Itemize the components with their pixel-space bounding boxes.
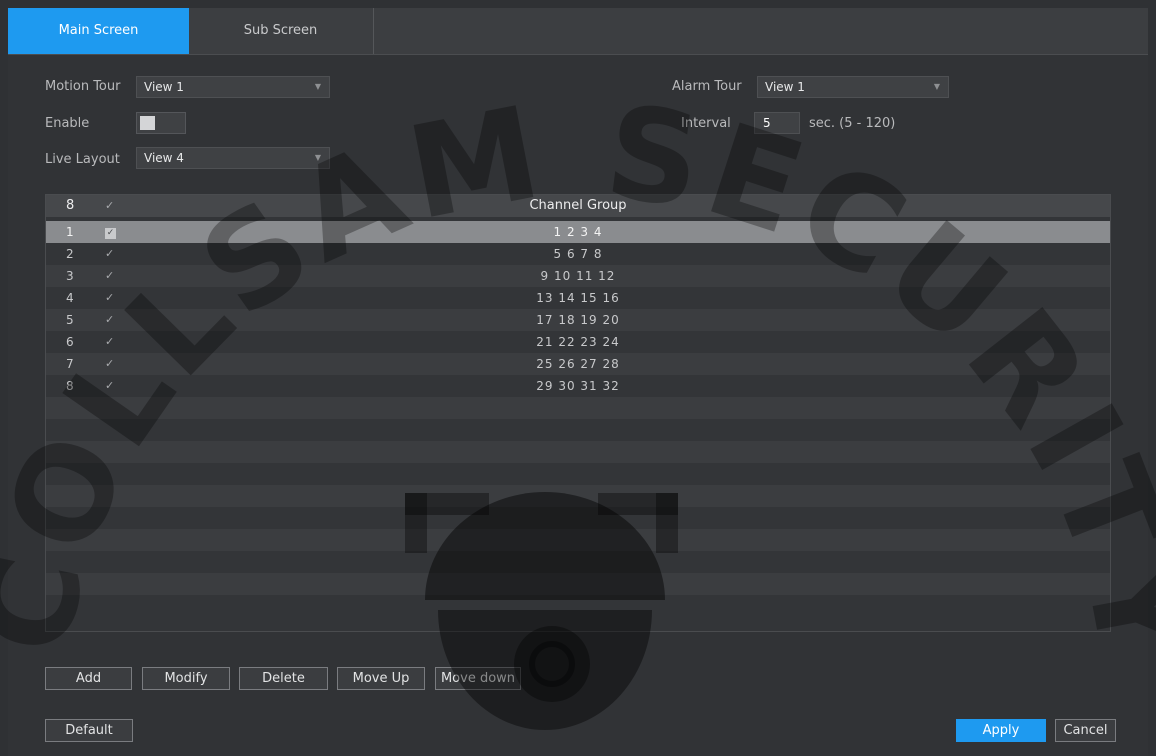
alarm-tour-select[interactable]: View 1 ▼ [757, 76, 949, 98]
enable-label: Enable [45, 116, 90, 131]
row-count: 8 [66, 198, 75, 213]
table-row[interactable]: 17 18 19 20 5 ✓ [46, 309, 1110, 331]
move-up-button[interactable]: Move Up [337, 667, 425, 690]
checkbox-icon: ✓ [105, 228, 116, 239]
motion-tour-value: View 1 [144, 80, 184, 94]
alarm-tour-value: View 1 [765, 80, 805, 94]
empty-row [46, 441, 1110, 463]
table-row[interactable]: 5 6 7 8 2 ✓ [46, 243, 1110, 265]
row-number: 5 [66, 313, 74, 327]
tab-main-screen[interactable]: Main Screen [8, 8, 189, 54]
default-button[interactable]: Default [45, 719, 133, 742]
channel-group: 13 14 15 16 [536, 291, 620, 305]
row-checkbox[interactable]: ✓ [105, 243, 121, 265]
row-number: 7 [66, 357, 74, 371]
channel-group: 25 26 27 28 [536, 357, 620, 371]
table-header: Channel Group 8 ✓ [46, 195, 1110, 217]
row-checkbox[interactable]: ✓ [105, 353, 121, 375]
empty-row [46, 485, 1110, 507]
add-button[interactable]: Add [45, 667, 132, 690]
modify-button[interactable]: Modify [142, 667, 230, 690]
empty-row [46, 573, 1110, 595]
row-checkbox[interactable]: ✓ [105, 309, 121, 331]
channel-group: 21 22 23 24 [536, 335, 620, 349]
channel-group: 17 18 19 20 [536, 313, 620, 327]
row-number: 3 [66, 269, 74, 283]
empty-row [46, 551, 1110, 573]
table-row[interactable]: 1 2 3 4 1 ✓ [46, 221, 1110, 243]
row-number: 2 [66, 247, 74, 261]
interval-input[interactable]: 5 [754, 112, 800, 134]
empty-row [46, 529, 1110, 551]
cancel-button[interactable]: Cancel [1055, 719, 1116, 742]
empty-row [46, 463, 1110, 485]
row-number: 8 [66, 379, 74, 393]
select-all-checkbox[interactable]: ✓ [105, 195, 121, 217]
live-layout-select[interactable]: View 4 ▼ [136, 147, 330, 169]
table-row[interactable]: 13 14 15 16 4 ✓ [46, 287, 1110, 309]
table-row[interactable]: 25 26 27 28 7 ✓ [46, 353, 1110, 375]
toggle-knob [140, 116, 155, 130]
motion-tour-label: Motion Tour [45, 79, 121, 94]
apply-button[interactable]: Apply [956, 719, 1046, 742]
table-row[interactable]: 29 30 31 32 8 ✓ [46, 375, 1110, 397]
interval-unit-hint: sec. (5 - 120) [809, 116, 896, 131]
chevron-down-icon: ▼ [933, 82, 940, 91]
channel-group: 1 2 3 4 [553, 225, 603, 239]
row-checkbox[interactable]: ✓ [105, 287, 121, 309]
channel-group-header: Channel Group [529, 198, 627, 213]
channel-group: 9 10 11 12 [540, 269, 616, 283]
tab-bar: Main Screen Sub Screen [8, 8, 1148, 55]
live-layout-label: Live Layout [45, 152, 120, 167]
chevron-down-icon: ▼ [314, 82, 321, 91]
motion-tour-select[interactable]: View 1 ▼ [136, 76, 330, 98]
interval-label: Interval [681, 116, 731, 131]
row-checkbox[interactable]: ✓ [105, 265, 121, 287]
move-down-button[interactable]: Move down [435, 667, 521, 690]
row-number: 1 [66, 225, 74, 239]
row-number: 4 [66, 291, 74, 305]
delete-button[interactable]: Delete [239, 667, 328, 690]
channel-group: 5 6 7 8 [553, 247, 603, 261]
row-checkbox[interactable]: ✓ [105, 375, 121, 397]
live-layout-value: View 4 [144, 151, 184, 165]
row-checkbox[interactable]: ✓ [105, 221, 121, 243]
row-number: 6 [66, 335, 74, 349]
channel-group-table: Channel Group 8 ✓ 1 2 3 4 1 ✓ 5 6 7 8 2 … [45, 194, 1111, 632]
enable-toggle[interactable] [136, 112, 186, 134]
empty-row [46, 595, 1110, 617]
channel-group: 29 30 31 32 [536, 379, 620, 393]
tab-divider [373, 8, 374, 54]
row-checkbox[interactable]: ✓ [105, 331, 121, 353]
chevron-down-icon: ▼ [314, 153, 321, 162]
alarm-tour-label: Alarm Tour [672, 79, 742, 94]
table-row[interactable]: 9 10 11 12 3 ✓ [46, 265, 1110, 287]
table-row[interactable]: 21 22 23 24 6 ✓ [46, 331, 1110, 353]
tab-sub-screen[interactable]: Sub Screen [189, 8, 372, 54]
empty-row [46, 507, 1110, 529]
empty-row [46, 419, 1110, 441]
empty-row [46, 397, 1110, 419]
